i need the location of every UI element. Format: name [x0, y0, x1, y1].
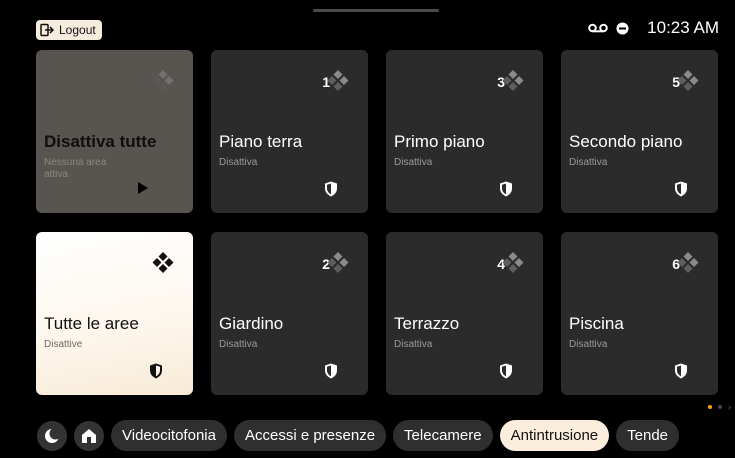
do-not-disturb-icon: [616, 22, 629, 35]
area-card-giardino[interactable]: 2 Giardino Disattiva: [211, 232, 368, 395]
area-name: Piano terra: [219, 132, 303, 151]
card-subtitle: Nessuna area attiva: [44, 157, 107, 180]
night-mode-button[interactable]: [37, 420, 67, 451]
area-logo-icon: [152, 70, 174, 91]
area-logo-icon: [502, 70, 524, 91]
shield-icon: [325, 363, 337, 379]
page-dot: [718, 405, 722, 409]
area-logo-icon: [502, 252, 524, 273]
night-mode-icon: [45, 427, 60, 443]
home-icon: [82, 428, 96, 443]
nav-item-tende[interactable]: Tende: [616, 420, 680, 451]
bottom-nav: Videocitofonia Accessi e presenze Teleca…: [37, 420, 735, 451]
area-card-piscina[interactable]: 6 Piscina Disattiva: [561, 232, 718, 395]
page-indicator[interactable]: ›: [708, 402, 731, 412]
logout-label: Logout: [59, 23, 96, 37]
shield-icon: [500, 363, 512, 379]
nav-item-videocitofonia[interactable]: Videocitofonia: [111, 420, 227, 451]
nav-item-accessi-e-presenze[interactable]: Accessi e presenze: [233, 420, 387, 451]
area-logo-icon: [327, 252, 349, 273]
area-logo-icon: [677, 70, 699, 91]
all-areas-card[interactable]: Tutte le aree Disattive: [36, 232, 193, 395]
area-name: Giardino: [219, 314, 284, 333]
page-dot-active: [708, 405, 712, 409]
shield-icon: [150, 363, 162, 379]
chevron-right-icon: ›: [728, 402, 731, 412]
card-title: Tutte le aree: [44, 314, 139, 333]
logout-icon: [40, 23, 54, 37]
area-card-piano-terra[interactable]: 1 Piano terra Disattiva: [211, 50, 368, 213]
nav-item-antintrusione[interactable]: Antintrusione: [499, 420, 610, 451]
area-status: Disattiva: [219, 339, 258, 350]
shield-icon: [675, 363, 687, 379]
voicemail-icon: [588, 23, 608, 33]
area-status: Disattiva: [394, 339, 433, 350]
area-logo-icon: [677, 252, 699, 273]
home-button[interactable]: [74, 420, 104, 451]
area-status: Disattiva: [569, 157, 608, 168]
card-title: Disattiva tutte: [44, 132, 157, 151]
shield-icon: [325, 181, 337, 197]
area-card-terrazzo[interactable]: 4 Terrazzo Disattiva: [386, 232, 543, 395]
area-status: Disattiva: [569, 339, 608, 350]
area-status: Disattiva: [394, 157, 433, 168]
status-bar: 10:23 AM: [588, 18, 719, 38]
area-logo-icon: [327, 70, 349, 91]
area-name: Secondo piano: [569, 132, 683, 151]
top-drag-handle[interactable]: [313, 9, 439, 12]
area-name: Primo piano: [394, 132, 485, 151]
area-status: Disattiva: [219, 157, 258, 168]
clock: 10:23 AM: [647, 18, 719, 37]
area-name: Terrazzo: [394, 314, 460, 333]
shield-icon: [675, 181, 687, 197]
area-card-primo-piano[interactable]: 3 Primo piano Disattiva: [386, 50, 543, 213]
area-card-secondo-piano[interactable]: 5 Secondo piano Disattiva: [561, 50, 718, 213]
logout-button[interactable]: Logout: [36, 20, 102, 40]
shield-icon: [500, 181, 512, 197]
disable-all-card[interactable]: Disattiva tutte Nessuna area attiva: [36, 50, 193, 213]
nav-item-telecamere[interactable]: Telecamere: [393, 420, 493, 451]
play-icon: [138, 182, 148, 194]
area-logo-icon: [152, 252, 174, 273]
area-name: Piscina: [569, 314, 624, 333]
card-subtitle: Disattive: [44, 339, 83, 350]
